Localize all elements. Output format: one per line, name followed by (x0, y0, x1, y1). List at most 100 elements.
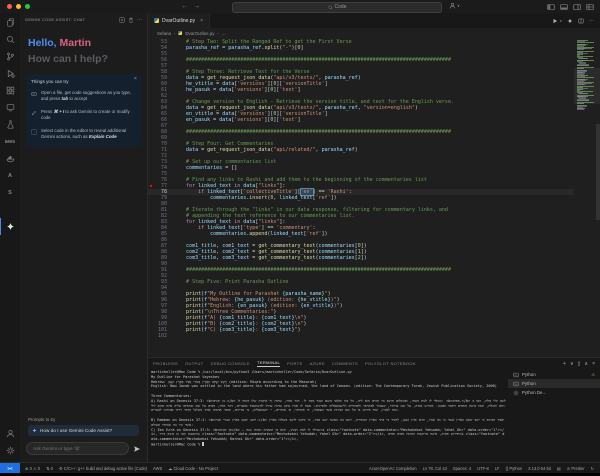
code-lines: 53 # Step Two: Split the Ranged Ref to g… (148, 39, 574, 339)
panel-action-icon[interactable]: ∨ (570, 361, 574, 367)
panel-tab-ports[interactable]: PORTS (287, 361, 302, 366)
panel-tab-output[interactable]: OUTPUT (185, 361, 204, 366)
vscode-window: ← → Code ∨ awsAS GEMINI CODE ASSIST: CHA… (0, 0, 600, 476)
activity-remote-explorer-icon[interactable] (0, 99, 20, 116)
panel-tab-problems[interactable]: PROBLEMS (153, 361, 178, 366)
python-file-icon (154, 18, 159, 23)
status-sync-icon[interactable]: ↻ (591, 466, 594, 471)
editor-scrollbar[interactable] (596, 124, 600, 220)
status-cursor-position[interactable]: Ln 78, Col 43 (423, 466, 447, 471)
editor-more-actions-icon[interactable]: ··· (589, 18, 594, 24)
prompts-to-try-label: Prompts to try (28, 417, 139, 422)
status-encoding[interactable]: UTF-8 (477, 466, 489, 471)
panel-tab-azure[interactable]: AZURE (310, 361, 325, 366)
terminal-list-item[interactable]: Python (508, 379, 600, 388)
panel-tab-polyglot-notebook[interactable]: POLYGLOT NOTEBOOK (365, 361, 416, 366)
pencil-icon (31, 110, 37, 122)
titlebar-account-button[interactable]: ∨ (449, 2, 460, 9)
forward-icon[interactable]: → (194, 3, 201, 10)
panel-action-icon[interactable]: ▯ (578, 361, 581, 367)
settings-icon (513, 390, 519, 396)
panel-tab-terminal[interactable]: TERMINAL (257, 360, 280, 367)
status-cloud-code[interactable]: ☁ Cloud Code - No Project (168, 466, 218, 471)
breadcrumb-file[interactable]: DvarOutline.py (185, 31, 214, 36)
status-keyboard-icon[interactable]: ▤ (557, 466, 561, 471)
customize-layout-icon[interactable] (586, 3, 594, 11)
play-icon (552, 18, 558, 24)
greeting-hello: Hello, (28, 37, 57, 49)
tab-dvaroutline[interactable]: DvarOutline.py × (148, 13, 210, 28)
panel-tab-debug-console[interactable]: DEBUG CONSOLE (211, 361, 250, 366)
terminal-list-label: Python (522, 381, 536, 386)
split-editor-icon[interactable] (578, 18, 584, 24)
activity-explorer-icon[interactable] (0, 14, 20, 31)
trash-icon[interactable] (128, 17, 134, 23)
activity-search-icon[interactable] (0, 31, 20, 48)
prompt-suggestion-chip[interactable]: How do I use Gemini Code Assist? (28, 425, 139, 436)
terminal-icon (513, 381, 519, 387)
titlebar: ← → Code ∨ (0, 0, 600, 13)
status-aws[interactable]: AWS (153, 466, 162, 471)
card-close-icon[interactable]: × (134, 76, 137, 82)
zoom-window-button[interactable] (25, 4, 30, 9)
status-indentation[interactable]: Spaces: 4 (453, 466, 471, 471)
status-cpp-build-task[interactable]: ⚙ C/C++: g++ build and debug active file… (59, 466, 147, 471)
tab-close-icon[interactable]: × (200, 18, 203, 24)
panel-action-icon[interactable]: + (563, 361, 566, 367)
activity-extensions-icon[interactable] (0, 82, 20, 99)
status-python-version[interactable]: 3.13.0 64-bit (528, 466, 551, 471)
activity-run-and-debug-icon[interactable] (0, 65, 20, 82)
terminal-output[interactable]: martinheller@Mac Code % /usr/local/bin/p… (151, 370, 506, 462)
gemini-chat-input[interactable] (26, 442, 129, 455)
status-ports[interactable]: ⇅ 0 (46, 466, 53, 471)
activity-sourcery[interactable]: S (0, 184, 20, 201)
status-azure-openai[interactable]: AzureOpenAI: Completion (369, 466, 417, 471)
chat-greeting: Hello, Martin How can I help? (20, 26, 147, 65)
code-editor[interactable]: 53 # Step Two: Split the Ranged Ref to g… (148, 38, 600, 357)
terminal-list-label: Python (522, 372, 536, 377)
activity-aws-toolkit[interactable]: aws (0, 133, 20, 150)
panel-action-icon[interactable]: × (592, 361, 595, 367)
status-eol[interactable]: LF (495, 466, 500, 471)
activity-docker-icon[interactable] (0, 150, 20, 167)
minimize-window-button[interactable] (16, 4, 21, 9)
panel-action-icon[interactable]: ∧ (584, 361, 588, 367)
activity-testing-icon[interactable] (0, 116, 20, 133)
back-icon[interactable]: ← (181, 3, 188, 10)
remote-indicator[interactable]: >< (0, 463, 20, 473)
chat-more-actions-icon[interactable]: ··· (137, 17, 142, 23)
command-center-search[interactable]: Code (232, 2, 442, 13)
tab-label: DvarOutline.py (162, 18, 195, 24)
activity-accounts-icon[interactable] (0, 425, 20, 442)
python-file-icon (178, 31, 182, 35)
panel-tab-comments[interactable]: COMMENTS (332, 361, 358, 366)
status-language-mode[interactable]: {} Python (506, 466, 523, 471)
activity-gemini-code-assist-icon[interactable] (0, 218, 20, 235)
activity-azure[interactable]: A (0, 167, 20, 184)
terminal-list-item[interactable]: Python⚠ (508, 370, 600, 379)
activity-settings-icon[interactable] (0, 442, 20, 459)
toggle-sidebar-icon[interactable] (547, 3, 555, 11)
toggle-panel-icon[interactable] (560, 3, 568, 11)
gemini-sparkle-icon[interactable] (567, 18, 573, 24)
code-line[interactable]: 102 (148, 333, 574, 339)
new-chat-icon[interactable] (119, 17, 125, 23)
select-code-icon (31, 129, 37, 141)
status-problems[interactable]: ⊗ 0 ⚠ 0 (25, 466, 40, 471)
terminal-line: A) Rashi on Genesis 37:3: <b>בן זקנים.</… (151, 399, 506, 413)
terminal-list-item[interactable]: Python De... (508, 388, 600, 397)
activity-source-control-icon[interactable] (0, 48, 20, 65)
prompt-chip-label: How do I use Gemini Code Assist? (40, 428, 112, 433)
minimap-slider[interactable] (574, 68, 600, 104)
send-icon[interactable] (133, 445, 141, 453)
tip-item: Open a file, get code suggestions as you… (31, 90, 136, 103)
run-python-file-button[interactable]: ∨ (552, 18, 562, 24)
close-window-button[interactable] (7, 4, 12, 9)
breadcrumb-symbol[interactable]: ... (222, 31, 226, 36)
status-prettier[interactable]: ⊘ Prettier (567, 466, 585, 471)
traffic-lights (0, 4, 30, 9)
toggle-secondary-sidebar-icon[interactable] (573, 3, 581, 11)
search-icon (328, 5, 333, 10)
breadcrumb-folder[interactable]: Sefaria (157, 31, 171, 36)
activity-code-tools[interactable] (0, 201, 20, 218)
